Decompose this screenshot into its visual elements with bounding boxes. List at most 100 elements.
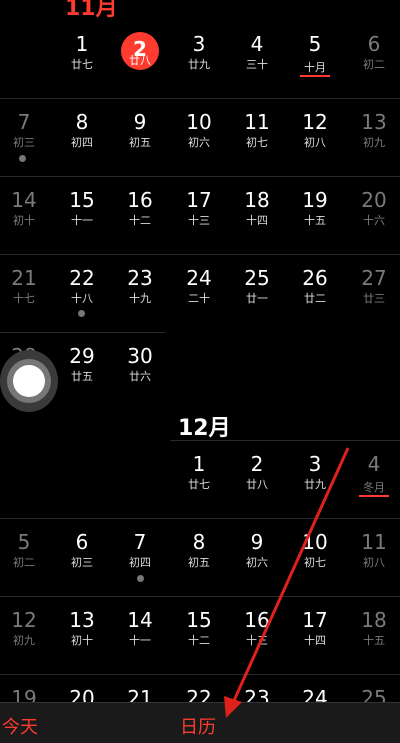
day-cell[interactable]: 12 初八 — [286, 110, 344, 150]
day-cell[interactable]: 30 廿六 — [111, 344, 169, 384]
day-number: 8 — [75, 110, 89, 134]
day-cell[interactable]: 15 十二 — [170, 608, 228, 648]
today-button[interactable]: 今天 — [2, 713, 38, 739]
lunar-date: 十七 — [13, 292, 35, 305]
day-cell[interactable]: 17 十三 — [170, 188, 228, 228]
day-cell[interactable]: 3 廿九 — [170, 32, 228, 72]
day-number: 7 — [133, 530, 147, 554]
day-number: 20 — [361, 188, 387, 212]
day-cell[interactable]: 5 十月 — [286, 32, 344, 77]
lunar-date: 廿三 — [363, 292, 385, 305]
day-number: 15 — [186, 608, 212, 632]
lunar-date: 初十 — [71, 634, 93, 647]
day-cell[interactable]: 12 初九 — [0, 608, 53, 648]
day-number: 27 — [361, 266, 387, 290]
lunar-date: 十三 — [246, 634, 268, 647]
day-cell[interactable]: 4 三十 — [228, 32, 286, 72]
day-cell[interactable]: 29 廿五 — [53, 344, 111, 384]
lunar-date: 初五 — [188, 556, 210, 569]
day-cell[interactable]: 14 初十 — [0, 188, 53, 228]
event-dot — [137, 575, 144, 582]
day-cell[interactable]: 24 二十 — [170, 266, 228, 306]
day-cell[interactable]: 10 初七 — [286, 530, 344, 570]
day-number: 13 — [69, 608, 95, 632]
day-cell[interactable]: 8 初四 — [53, 110, 111, 150]
day-number: 12 — [302, 110, 328, 134]
month-label-november: 11月 — [65, 0, 118, 21]
day-number: 5 — [308, 32, 322, 56]
day-cell[interactable]: 27 廿三 — [345, 266, 400, 306]
day-number: 3 — [308, 452, 322, 476]
day-cell[interactable]: 11 初八 — [345, 530, 400, 570]
day-cell[interactable]: 6 初三 — [53, 530, 111, 570]
lunar-date: 初八 — [363, 556, 385, 569]
week-separator — [0, 254, 400, 255]
day-cell[interactable]: 3 廿九 — [286, 452, 344, 492]
day-cell[interactable]: 2 廿八 — [228, 452, 286, 492]
day-number: 30 — [127, 344, 153, 368]
lunar-date: 初四 — [129, 556, 151, 569]
day-cell[interactable]: 6 初二 — [345, 32, 400, 72]
week-separator — [0, 176, 400, 177]
day-cell[interactable]: 18 十四 — [228, 188, 286, 228]
lunar-date: 初六 — [246, 556, 268, 569]
day-number: 3 — [192, 32, 206, 56]
lunar-date: 廿八 — [246, 478, 268, 491]
lunar-date: 十月 — [300, 61, 330, 77]
day-cell[interactable]: 19 十五 — [286, 188, 344, 228]
day-cell[interactable]: 4 冬月 — [345, 452, 400, 497]
day-cell[interactable]: 17 十四 — [286, 608, 344, 648]
lunar-date: 初二 — [13, 556, 35, 569]
calendars-button[interactable]: 日历 — [180, 713, 216, 739]
day-cell[interactable]: 25 廿一 — [228, 266, 286, 306]
day-number: 11 — [244, 110, 270, 134]
day-cell[interactable]: 7 初三 — [0, 110, 53, 150]
event-dot — [78, 310, 85, 317]
day-number: 6 — [75, 530, 89, 554]
day-cell-today[interactable]: 2 廿八 — [111, 32, 169, 86]
day-number: 19 — [302, 188, 328, 212]
day-number: 24 — [186, 266, 212, 290]
day-cell[interactable]: 14 十一 — [111, 608, 169, 648]
day-cell[interactable]: 11 初七 — [228, 110, 286, 150]
lunar-date: 冬月 — [359, 481, 389, 497]
lunar-date: 初八 — [304, 136, 326, 149]
day-number: 1 — [192, 452, 206, 476]
day-cell[interactable]: 8 初五 — [170, 530, 228, 570]
day-cell[interactable]: 7 初四 — [111, 530, 169, 570]
day-cell[interactable]: 16 十三 — [228, 608, 286, 648]
day-number: 21 — [11, 266, 37, 290]
day-cell[interactable]: 15 十一 — [53, 188, 111, 228]
lunar-date: 廿七 — [71, 58, 93, 71]
day-cell[interactable]: 1 廿七 — [53, 32, 111, 72]
day-number: 9 — [133, 110, 147, 134]
day-cell[interactable]: 16 十二 — [111, 188, 169, 228]
day-cell[interactable]: 21 十七 — [0, 266, 53, 306]
day-cell[interactable]: 9 初五 — [111, 110, 169, 150]
lunar-date: 十三 — [188, 214, 210, 227]
lunar-date: 十一 — [71, 214, 93, 227]
lunar-date: 初七 — [246, 136, 268, 149]
day-cell[interactable]: 9 初六 — [228, 530, 286, 570]
lunar-date: 廿七 — [188, 478, 210, 491]
day-cell[interactable]: 10 初六 — [170, 110, 228, 150]
day-cell[interactable]: 18 十五 — [345, 608, 400, 648]
day-cell[interactable]: 22 十八 — [53, 266, 111, 306]
week-separator — [0, 596, 400, 597]
day-number: 1 — [75, 32, 89, 56]
day-number: 10 — [302, 530, 328, 554]
day-number: 17 — [186, 188, 212, 212]
day-cell[interactable]: 23 十九 — [111, 266, 169, 306]
lunar-date: 十二 — [188, 634, 210, 647]
lunar-date: 二十 — [188, 292, 210, 305]
day-number: 4 — [250, 32, 264, 56]
day-cell[interactable]: 5 初二 — [0, 530, 53, 570]
day-number: 16 — [127, 188, 153, 212]
day-cell[interactable]: 13 初九 — [345, 110, 400, 150]
day-cell[interactable]: 13 初十 — [53, 608, 111, 648]
day-cell[interactable]: 26 廿二 — [286, 266, 344, 306]
assistive-touch-button[interactable] — [0, 350, 58, 412]
lunar-date: 十六 — [363, 214, 385, 227]
day-cell[interactable]: 20 十六 — [345, 188, 400, 228]
day-cell[interactable]: 1 廿七 — [170, 452, 228, 492]
